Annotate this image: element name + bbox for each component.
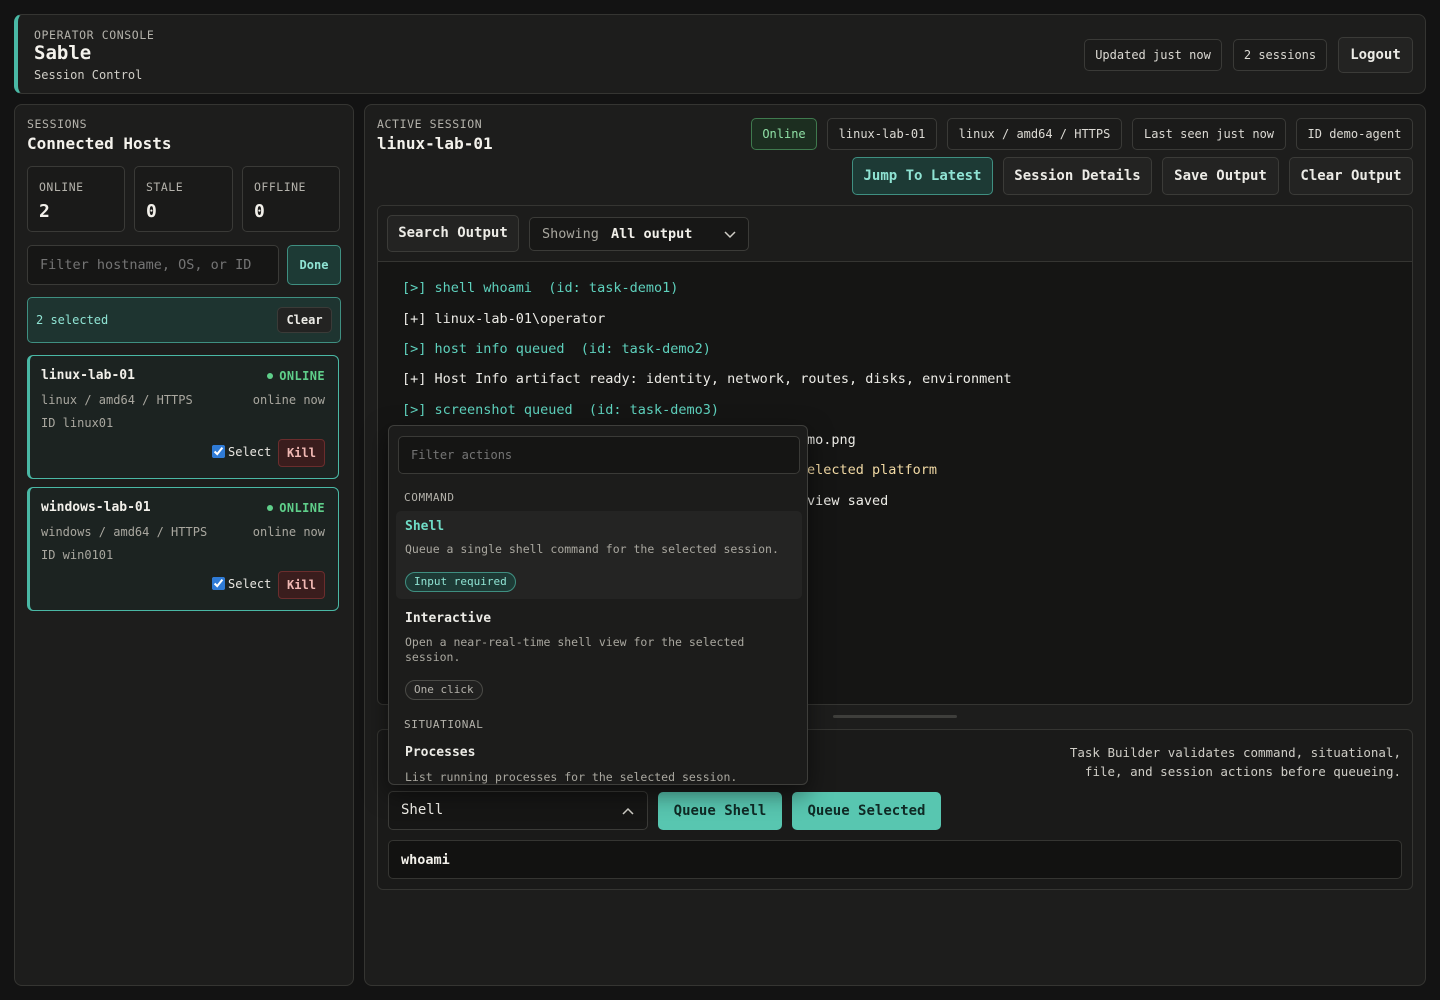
chevron-down-icon (724, 231, 736, 239)
task-builder-note: Task Builder validates command, situatio… (1000, 743, 1401, 781)
output-line: [+] linux-lab-01\operator (402, 311, 606, 327)
host-card-linux[interactable]: linux-lab-01 ONLINE linux / amd64 / HTTP… (27, 355, 339, 479)
stat-stale-label: STALE (146, 180, 184, 194)
stat-online: ONLINE 2 (27, 166, 125, 232)
host-select[interactable]: Select (212, 577, 271, 591)
kill-button[interactable]: Kill (278, 439, 325, 467)
action-select[interactable]: Shell (388, 791, 648, 830)
command-input[interactable] (388, 840, 1402, 879)
session-last-seen-badge: Last seen just now (1132, 118, 1286, 150)
host-select[interactable]: Select (212, 445, 271, 459)
host-platform: linux / amd64 / HTTPS (41, 393, 193, 407)
session-title: linux-lab-01 (377, 134, 493, 153)
host-select-label: Select (228, 577, 272, 591)
status-dot-icon (267, 372, 274, 379)
menu-item-desc: Queue a single shell command for the sel… (405, 542, 779, 556)
selection-bar: 2 selected Clear (27, 297, 341, 343)
header-eyebrow: OPERATOR CONSOLE (34, 28, 155, 42)
sessions-count-badge: 2 sessions (1233, 39, 1327, 71)
menu-item-shell[interactable]: Shell Queue a single shell command for t… (396, 511, 802, 599)
updated-badge: Updated just now (1084, 39, 1222, 71)
task-builder-note-line: file, and session actions before queuein… (1084, 764, 1401, 779)
host-last-seen: online now (252, 525, 325, 539)
one-click-tag: One click (405, 680, 483, 700)
host-select-label: Select (228, 445, 272, 459)
output-line-partial: view saved (807, 493, 889, 509)
host-id: ID linux01 (41, 416, 114, 430)
menu-group-label: SITUATIONAL (404, 718, 484, 731)
header-bar: OPERATOR CONSOLE Sable Session Control U… (14, 14, 1426, 94)
session-id-badge: ID demo-agent (1296, 118, 1413, 150)
menu-item-desc: Open a near-real-time shell view for the… (405, 635, 745, 664)
queue-selected-button[interactable]: Queue Selected (792, 792, 941, 830)
output-line: [+] Host Info artifact ready: identity, … (402, 371, 1012, 387)
output-filter-select[interactable]: Showing All output (529, 217, 749, 251)
queue-shell-button[interactable]: Queue Shell (658, 792, 782, 830)
menu-item-processes[interactable]: Processes List running processes for the… (396, 738, 802, 784)
clear-selection-button[interactable]: Clear (277, 307, 332, 333)
host-last-seen: online now (252, 393, 325, 407)
host-status: ONLINE (267, 369, 325, 383)
host-platform: windows / amd64 / HTTPS (41, 525, 208, 539)
showing-prefix: Showing (542, 226, 599, 242)
session-eyebrow: ACTIVE SESSION (377, 117, 483, 131)
selected-count: 2 selected (36, 313, 109, 327)
stat-stale-value: 0 (146, 201, 157, 222)
done-button[interactable]: Done (287, 245, 341, 285)
resize-handle[interactable] (833, 715, 957, 718)
clear-output-button[interactable]: Clear Output (1289, 157, 1413, 195)
action-select-value: Shell (401, 802, 444, 818)
showing-value: All output (611, 226, 693, 242)
output-line: [>] screenshot queued (id: task-demo3) (402, 402, 719, 418)
search-output-button[interactable]: Search Output (387, 215, 519, 252)
host-select-checkbox[interactable] (212, 445, 225, 458)
host-status-label: ONLINE (279, 501, 325, 515)
kill-button[interactable]: Kill (278, 571, 325, 599)
action-menu: COMMAND Shell Queue a single shell comma… (388, 425, 808, 785)
host-name: linux-lab-01 (41, 368, 135, 383)
input-required-tag: Input required (405, 572, 516, 592)
stat-stale: STALE 0 (134, 166, 233, 232)
host-card-windows[interactable]: windows-lab-01 ONLINE windows / amd64 / … (27, 487, 339, 611)
app-subtitle: Session Control (34, 68, 143, 82)
host-id: ID win0101 (41, 548, 114, 562)
sidebar-title: Connected Hosts (27, 134, 172, 153)
menu-item-desc: List running processes for the selected … (405, 770, 738, 784)
chevron-up-icon (622, 807, 634, 815)
app-name: Sable (34, 42, 92, 64)
logout-button[interactable]: Logout (1338, 37, 1413, 73)
host-status: ONLINE (267, 501, 325, 515)
stat-online-label: ONLINE (39, 180, 84, 194)
stat-offline: OFFLINE 0 (242, 166, 340, 232)
action-filter-input[interactable] (398, 436, 800, 474)
host-name: windows-lab-01 (41, 500, 151, 515)
session-host-badge: linux-lab-01 (827, 118, 937, 150)
status-dot-icon (267, 504, 274, 511)
stat-offline-value: 0 (254, 201, 265, 222)
host-filter-input[interactable] (27, 245, 279, 285)
sidebar-eyebrow: SESSIONS (27, 117, 88, 131)
output-line: [>] host info queued (id: task-demo2) (402, 341, 711, 357)
menu-item-title: Shell (405, 519, 445, 534)
host-status-label: ONLINE (279, 369, 325, 383)
session-platform-badge: linux / amd64 / HTTPS (947, 118, 1122, 150)
stat-online-value: 2 (39, 201, 50, 222)
output-line: [>] shell whoami (id: task-demo1) (402, 280, 679, 296)
stat-offline-label: OFFLINE (254, 180, 306, 194)
save-output-button[interactable]: Save Output (1162, 157, 1279, 195)
menu-item-interactive[interactable]: Interactive Open a near-real-time shell … (396, 604, 802, 704)
session-details-button[interactable]: Session Details (1003, 157, 1152, 195)
menu-group-label: COMMAND (404, 491, 455, 504)
menu-item-title: Interactive (405, 611, 492, 626)
host-select-checkbox[interactable] (212, 577, 225, 590)
menu-item-title: Processes (405, 745, 476, 760)
task-builder-note-line: Task Builder validates command, situatio… (1069, 745, 1401, 760)
output-line-partial: mo.png (807, 432, 856, 448)
session-status-badge: Online (751, 118, 817, 150)
output-line-partial: elected platform (807, 462, 938, 478)
jump-to-latest-button[interactable]: Jump To Latest (852, 157, 993, 195)
